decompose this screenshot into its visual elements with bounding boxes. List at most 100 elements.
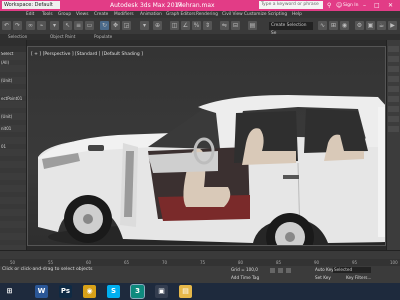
menu-item-rendering[interactable]: Rendering <box>196 11 218 18</box>
key-filters-button[interactable]: Key Filters... <box>345 275 375 281</box>
explorer-row[interactable] <box>0 204 26 209</box>
user-icon[interactable]: ☺ <box>336 1 342 10</box>
render-frame-icon[interactable]: ▣ <box>366 21 375 30</box>
explorer-row[interactable] <box>0 174 26 179</box>
explorer-row[interactable]: ectPoint01 <box>0 96 26 101</box>
explorer-row[interactable] <box>0 138 26 143</box>
explorer-row[interactable] <box>0 162 26 167</box>
layer-icon[interactable]: ▤ <box>248 21 257 30</box>
ribbon-tab-object-paint[interactable]: Object Paint <box>50 34 75 40</box>
auto-key-button[interactable]: Auto Key <box>314 267 334 273</box>
curve-editor-icon[interactable]: ∿ <box>318 21 327 30</box>
unlink-icon[interactable]: ⌁ <box>37 21 46 30</box>
explorer-row[interactable] <box>0 180 26 185</box>
explorer-row[interactable] <box>0 222 26 227</box>
binoculars-icon[interactable]: ⚲ <box>327 1 331 10</box>
timeline-track[interactable]: 50 55 60 65 70 75 80 85 90 95 100 <box>0 259 400 266</box>
skype-taskbar-icon[interactable]: S <box>107 285 120 298</box>
menu-item-modifiers[interactable]: Modifiers <box>114 11 134 18</box>
explorer-row[interactable] <box>0 108 26 113</box>
workspace-dropdown[interactable]: Workspace: Default <box>2 1 60 9</box>
command-panel-item[interactable] <box>388 116 399 122</box>
render-icon[interactable]: ☕ <box>377 21 386 30</box>
play-button[interactable] <box>270 268 275 273</box>
explorer-row[interactable] <box>0 90 26 95</box>
explorer-row[interactable] <box>0 192 26 197</box>
mirror-icon[interactable]: ⇋ <box>220 21 229 30</box>
explorer-row[interactable] <box>0 120 26 125</box>
explorer-row[interactable] <box>0 72 26 77</box>
menu-item-civil-view[interactable]: Civil View <box>222 11 243 18</box>
viewport-label[interactable]: [ + ] [Perspective ] [Standard ] [Defaul… <box>31 52 143 58</box>
close-icon[interactable]: ✕ <box>388 1 393 10</box>
rect-select-icon[interactable]: ▭ <box>85 21 94 30</box>
snap-icon[interactable]: ◫ <box>170 21 179 30</box>
chrome-taskbar-icon[interactable]: ◉ <box>83 285 96 298</box>
reference-dropdown[interactable]: ▾ <box>140 21 149 30</box>
explorer-row[interactable]: (Unit) <box>0 114 26 119</box>
menu-item-create[interactable]: Create <box>94 11 108 18</box>
select-by-name-icon[interactable]: ≡ <box>74 21 83 30</box>
explorer-row[interactable] <box>0 66 26 71</box>
explorer-taskbar-icon[interactable]: ▤ <box>179 285 192 298</box>
schematic-icon[interactable]: ⊞ <box>329 21 338 30</box>
command-panel-item[interactable] <box>388 86 399 92</box>
explorer-row[interactable] <box>0 102 26 107</box>
explorer-row[interactable] <box>0 240 26 245</box>
select-rotate-icon[interactable]: ↻ <box>100 21 109 30</box>
align-icon[interactable]: ⊟ <box>231 21 240 30</box>
ribbon-tab-populate[interactable]: Populate <box>94 34 112 40</box>
last-frame-button[interactable] <box>286 268 291 273</box>
photoshop-taskbar-icon[interactable]: Ps <box>59 285 72 298</box>
redo-icon[interactable]: ↷ <box>13 21 22 30</box>
next-frame-button[interactable] <box>278 268 283 273</box>
sign-in-link[interactable]: Sign In <box>343 1 358 10</box>
selected-dropdown[interactable]: Selected <box>333 267 371 273</box>
windows-start-icon[interactable]: ⊞ <box>3 285 16 298</box>
command-panel-item[interactable] <box>388 76 399 82</box>
menu-item-help[interactable]: Help <box>292 11 302 18</box>
link-icon[interactable]: ∞ <box>26 21 35 30</box>
menu-item-scripting[interactable]: Scripting <box>268 11 287 18</box>
select-move-icon[interactable]: ✥ <box>111 21 120 30</box>
explorer-row[interactable] <box>0 150 26 155</box>
explorer-row[interactable] <box>0 198 26 203</box>
angle-snap-icon[interactable]: ∠ <box>181 21 190 30</box>
explorer-row[interactable] <box>0 210 26 215</box>
menu-item-animation[interactable]: Animation <box>140 11 162 18</box>
selection-set-dropdown[interactable]: Create Selection Se <box>269 22 313 36</box>
command-panel-item[interactable] <box>388 66 399 72</box>
menu-item-customize[interactable]: Customize <box>244 11 267 18</box>
command-panel-item[interactable] <box>388 96 399 102</box>
perspective-viewport[interactable] <box>27 46 386 246</box>
search-input[interactable]: Type a keyword or phrase <box>259 1 323 9</box>
command-panel-item[interactable] <box>388 56 399 62</box>
percent-snap-icon[interactable]: % <box>192 21 201 30</box>
explorer-row[interactable]: 01 <box>0 144 26 149</box>
pivot-icon[interactable]: ⊕ <box>153 21 162 30</box>
3dsmax-taskbar-icon[interactable]: 3 <box>130 284 145 299</box>
spinner-snap-icon[interactable]: ⇕ <box>203 21 212 30</box>
explorer-row[interactable] <box>0 132 26 137</box>
explorer-row[interactable] <box>0 84 26 89</box>
word-taskbar-icon[interactable]: W <box>35 285 48 298</box>
maximize-icon[interactable]: □ <box>374 1 380 10</box>
explorer-row[interactable]: (Unit) <box>0 78 26 83</box>
explorer-row[interactable] <box>0 186 26 191</box>
media-taskbar-icon[interactable]: ▣ <box>155 285 168 298</box>
explorer-row[interactable] <box>0 228 26 233</box>
menu-item-edit[interactable]: Edit <box>26 11 34 18</box>
menu-item-group[interactable]: Group <box>58 11 71 18</box>
explorer-row[interactable] <box>0 54 26 59</box>
explorer-row[interactable] <box>0 168 26 173</box>
scale-icon[interactable]: ◲ <box>122 21 131 30</box>
explorer-row[interactable] <box>0 234 26 239</box>
render-setup-icon[interactable]: ⚙ <box>355 21 364 30</box>
explorer-row[interactable] <box>0 156 26 161</box>
set-key-button[interactable]: Set Key <box>314 275 332 281</box>
explorer-row[interactable] <box>0 216 26 221</box>
minimize-icon[interactable]: – <box>363 1 366 10</box>
material-editor-icon[interactable]: ◉ <box>340 21 349 30</box>
command-panel-item[interactable] <box>388 106 399 112</box>
add-time-tag-button[interactable]: Add Time Tag <box>230 275 264 281</box>
